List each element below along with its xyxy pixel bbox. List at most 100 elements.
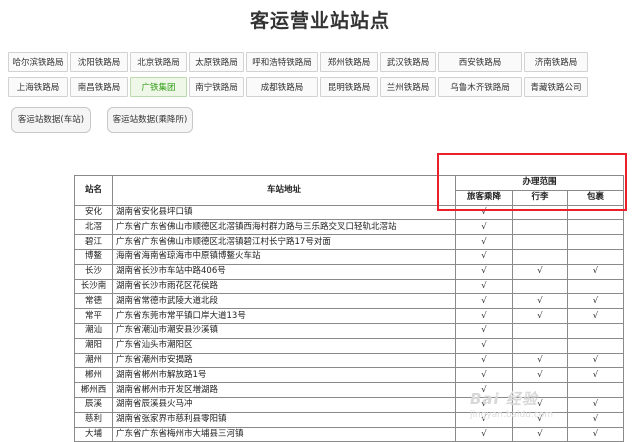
- table-row: 郴州 湖南省郴州市解放路1号 √ √ √: [74, 367, 624, 384]
- service-check-cell: √: [512, 308, 568, 324]
- service-check-cell: √: [455, 352, 513, 369]
- service-check-cell: √: [567, 352, 624, 369]
- service-check-cell: [512, 219, 568, 236]
- bureau-tab[interactable]: 北京铁路局: [130, 52, 187, 72]
- service-check-cell: √: [455, 367, 513, 384]
- table-row: 长沙 湖南省长沙市车站中路406号 √ √ √: [74, 263, 624, 280]
- service-check-cell: √: [567, 426, 624, 442]
- table-row: 潮汕 广东省潮汕市潮安县沙溪镇 √: [74, 322, 624, 339]
- station-address-cell: 湖南省郴州市开发区増湖路: [112, 382, 456, 398]
- service-check-cell: √: [512, 426, 568, 442]
- bureau-tab[interactable]: 武汉铁路局: [380, 52, 436, 72]
- service-check-cell: √: [455, 219, 513, 236]
- service-check-cell: [567, 337, 624, 354]
- station-address-cell: 广东省汕头市潮阳区: [112, 337, 456, 354]
- luggage-header: 行李: [512, 189, 568, 206]
- service-check-cell: √: [567, 396, 624, 413]
- service-check-cell: √: [455, 322, 513, 339]
- station-address-cell: 广东省广东省佛山市顺德区北滘镇碧江村长宁路17号对面: [112, 234, 456, 250]
- service-check-cell: [512, 337, 568, 354]
- station-address-cell: 湖南省长沙市雨花区花侯路: [112, 278, 456, 295]
- station-name-cell: 碧江: [74, 234, 113, 250]
- service-check-cell: √: [567, 367, 624, 384]
- table-row: 郴州西 湖南省郴州市开发区増湖路 √: [74, 382, 624, 398]
- station-name-cell: 常平: [74, 308, 113, 324]
- station-data-button[interactable]: 客运站数据(车站): [11, 107, 91, 133]
- table-row: 安化 湖南省安化县坪口镇 √: [74, 204, 624, 221]
- service-check-cell: [567, 204, 624, 221]
- service-check-cell: [512, 278, 568, 295]
- service-check-cell: √: [455, 248, 513, 265]
- station-name-cell: 潮汕: [74, 322, 113, 339]
- service-check-cell: √: [455, 234, 513, 250]
- service-check-cell: [567, 234, 624, 250]
- bureau-tab[interactable]: 太原铁路局: [189, 52, 244, 72]
- station-name-cell: 北滘: [74, 219, 113, 236]
- service-check-cell: [567, 322, 624, 339]
- bureau-tab[interactable]: 郑州铁路局: [320, 52, 378, 72]
- station-address-cell: 湖南省常德市武陵大道北段: [112, 293, 456, 310]
- service-check-cell: √: [512, 293, 568, 310]
- station-name-cell: 安化: [74, 204, 113, 221]
- bureau-tab[interactable]: 哈尔滨铁路局: [8, 52, 68, 72]
- station-name-cell: 大埔: [74, 426, 113, 442]
- service-check-cell: [512, 234, 568, 250]
- table-row: 长沙南 湖南省长沙市雨花区花侯路 √: [74, 278, 624, 295]
- station-address-cell: 湖南省辰溪县火马冲: [112, 396, 456, 413]
- bureau-tab[interactable]: 青藏铁路公司: [524, 77, 588, 97]
- station-address-cell: 广东省潮汕市潮安县沙溪镇: [112, 322, 456, 339]
- service-check-cell: √: [512, 263, 568, 280]
- table-row: 碧江 广东省广东省佛山市顺德区北滘镇碧江村长宁路17号对面 √: [74, 234, 624, 250]
- bureau-tab[interactable]: 乌鲁木齐铁路局: [438, 77, 522, 97]
- station-address-cell: 广东省潮州市安揭路: [112, 352, 456, 369]
- station-name-cell: 郴州: [74, 367, 113, 384]
- station-name-cell: 郴州西: [74, 382, 113, 398]
- station-name-cell: 长沙南: [74, 278, 113, 295]
- bureau-tab[interactable]: 广铁集团: [130, 77, 187, 97]
- station-name-cell: 长沙: [74, 263, 113, 280]
- service-check-cell: √: [455, 337, 513, 354]
- watermark-url: jingyan.baidu.com: [470, 410, 554, 420]
- service-check-cell: [512, 204, 568, 221]
- station-name-cell: 常德: [74, 293, 113, 310]
- bureau-row: 上海铁路局 南昌铁路局 广铁集团 南宁铁路局 成都铁路局 昆明铁路局 兰州铁路局 乌鲁木齐铁路…: [8, 77, 632, 99]
- table-row: 潮阳 广东省汕头市潮阳区 √: [74, 337, 624, 354]
- service-check-cell: √: [567, 263, 624, 280]
- station-address-header: 车站地址: [112, 175, 456, 206]
- watermark-logo: Bai 经验: [470, 390, 538, 408]
- service-check-cell: √: [455, 308, 513, 324]
- station-address-cell: 湖南省安化县坪口镇: [112, 204, 456, 221]
- service-check-cell: [567, 219, 624, 236]
- service-check-cell: √: [455, 426, 513, 442]
- station-name-cell: 潮阳: [74, 337, 113, 354]
- bureau-tab[interactable]: 济南铁路局: [524, 52, 588, 72]
- table-row: 北滘 广东省广东省佛山市顺德区北滘镇西海村群力路与三乐路交叉口轻轨北滘站 √: [74, 219, 624, 236]
- station-table: 站名 车站地址 办理范围 旅客乘降 行李 包裹 安化 湖南省安化县坪口镇 √ 北滘 广东…: [74, 175, 624, 442]
- stop-data-button[interactable]: 客运站数据(乘降所): [107, 107, 193, 133]
- bureau-row: 哈尔滨铁路局 沈阳铁路局 北京铁路局 太原铁路局 呼和浩特铁路局 郑州铁路局 武汉铁路局 西安…: [8, 52, 632, 74]
- bureau-tab[interactable]: 呼和浩特铁路局: [246, 52, 318, 72]
- station-address-cell: 湖南省长沙市车站中路406号: [112, 263, 456, 280]
- bureau-tab[interactable]: 成都铁路局: [246, 77, 318, 97]
- service-check-cell: [567, 278, 624, 295]
- bureau-tab[interactable]: 上海铁路局: [8, 77, 68, 97]
- service-check-cell: √: [512, 367, 568, 384]
- station-address-cell: 广东省广东省佛山市顺德区北滘镇西海村群力路与三乐路交叉口轻轨北滘站: [112, 219, 456, 236]
- bureau-tab[interactable]: 南宁铁路局: [189, 77, 244, 97]
- station-name-header: 站名: [74, 175, 113, 206]
- service-check-cell: √: [455, 263, 513, 280]
- bureau-tab[interactable]: 昆明铁路局: [320, 77, 378, 97]
- bureau-tab[interactable]: 沈阳铁路局: [70, 52, 128, 72]
- station-name-cell: 慈利: [74, 411, 113, 428]
- service-check-cell: [512, 248, 568, 265]
- service-check-cell: [567, 382, 624, 398]
- service-scope-header: 办理范围: [455, 175, 624, 191]
- bureau-tab[interactable]: 南昌铁路局: [70, 77, 128, 97]
- bureau-tab[interactable]: 西安铁路局: [438, 52, 522, 72]
- page-title: 客运营业站站点: [249, 10, 390, 32]
- service-check-cell: √: [455, 293, 513, 310]
- table-row: 大埔 广东省广东省梅州市大埔县三河镇 √ √ √: [74, 426, 624, 442]
- service-check-cell: √: [567, 308, 624, 324]
- bureau-tab[interactable]: 兰州铁路局: [380, 77, 436, 97]
- station-address-cell: 湖南省郴州市解放路1号: [112, 367, 456, 384]
